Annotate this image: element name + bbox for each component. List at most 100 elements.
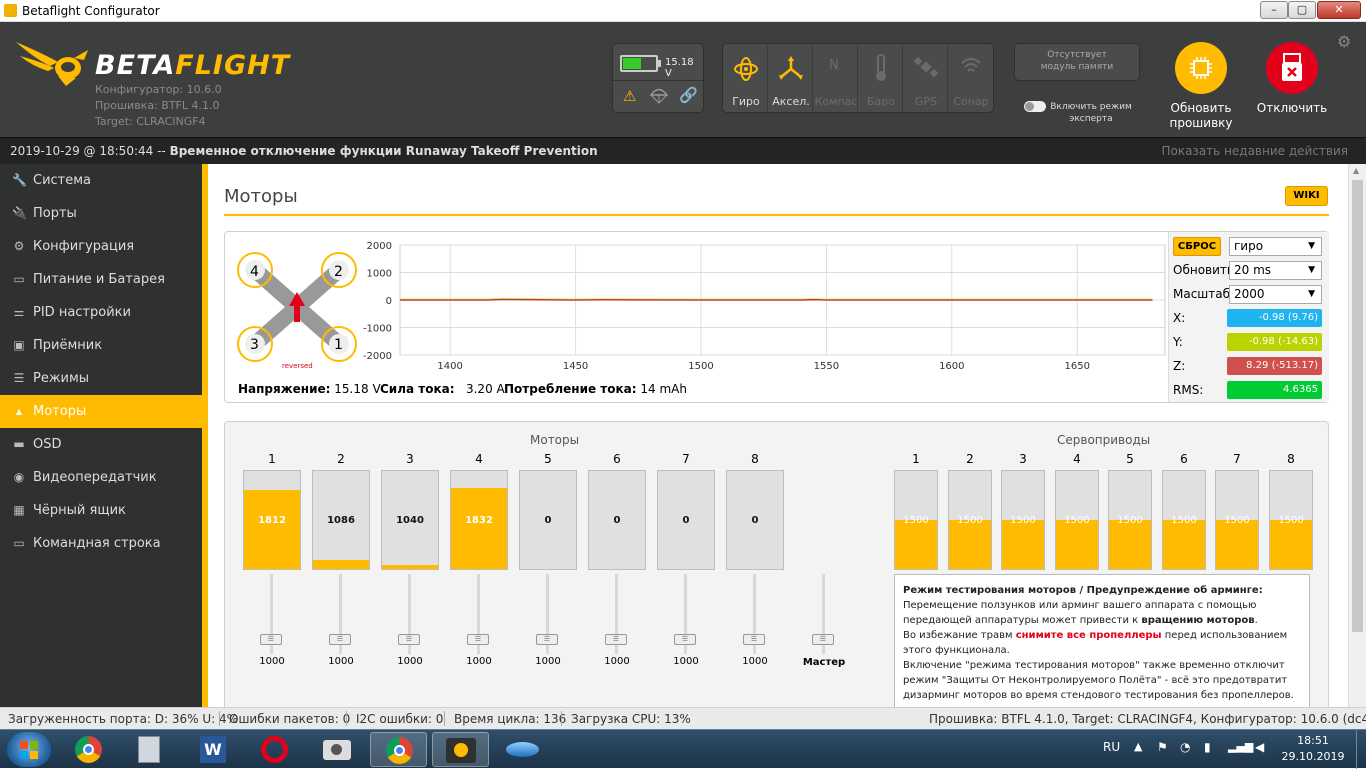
accel-icon bbox=[779, 56, 803, 80]
brand-beta: BETA bbox=[95, 50, 176, 81]
servo-number: 4 bbox=[1073, 452, 1081, 466]
sidebar-item-pid[interactable]: ⚌ PID настройки bbox=[0, 296, 202, 329]
sidebar-item-receiver[interactable]: ▣ Приёмник bbox=[0, 329, 202, 362]
taskbar-rc-app[interactable] bbox=[494, 732, 551, 767]
rc-app-icon bbox=[506, 742, 539, 757]
taskbar-calculator[interactable] bbox=[121, 732, 178, 767]
start-button[interactable] bbox=[7, 732, 51, 767]
update-firmware-button[interactable] bbox=[1175, 42, 1227, 94]
show-recent-actions-link[interactable]: Показать недавние действия bbox=[1161, 144, 1348, 158]
scale-value: 2000 bbox=[1234, 287, 1265, 301]
sidebar-item-cli[interactable]: ▭ Командная строка bbox=[0, 527, 202, 560]
motor-slider-handle[interactable]: ☰ bbox=[536, 634, 558, 645]
flag-icon[interactable]: ⚑ bbox=[1157, 740, 1168, 754]
taskbar-chrome[interactable] bbox=[60, 732, 117, 767]
taskbar-chrome-active[interactable] bbox=[370, 732, 427, 767]
show-desktop-button[interactable] bbox=[1356, 730, 1366, 769]
z-value: 8.29 (-513.17) bbox=[1227, 357, 1322, 375]
app-header: BETAFLIGHT Конфигуратор: 10.6.0 Прошивка… bbox=[0, 22, 1366, 137]
tray-chevron-icon[interactable]: ▲ bbox=[1134, 740, 1142, 753]
sidebar-item-vtx[interactable]: ◉ Видеопередатчик bbox=[0, 461, 202, 494]
volume-icon[interactable]: ◀ bbox=[1255, 740, 1264, 754]
sensor-baro: Баро bbox=[859, 45, 903, 113]
refresh-value: 20 ms bbox=[1234, 263, 1272, 277]
baro-icon bbox=[876, 54, 886, 81]
motor-slider-handle[interactable]: ☰ bbox=[398, 634, 420, 645]
motor-slider-value: 1000 bbox=[259, 656, 285, 667]
warning-title: Режим тестирования моторов / Предупрежде… bbox=[903, 583, 1301, 598]
motor-number: 4 bbox=[475, 452, 483, 466]
battery-tray-icon[interactable]: ▮ bbox=[1204, 740, 1211, 754]
expert-mode-line2: эксперта bbox=[1069, 114, 1113, 124]
link-icon: 🔗 bbox=[679, 86, 698, 104]
clock-time[interactable]: 18:51 bbox=[1283, 734, 1343, 747]
taskbar-opera[interactable] bbox=[246, 732, 303, 767]
expert-mode-line1: Включить режим bbox=[1050, 102, 1132, 112]
disconnect-label: Отключить bbox=[1256, 101, 1328, 115]
motor-slider-handle[interactable]: ☰ bbox=[743, 634, 765, 645]
sidebar-item-motors[interactable]: ▴ Моторы bbox=[0, 395, 202, 428]
minimize-button[interactable]: – bbox=[1260, 1, 1288, 19]
brand-flight: FLIGHT bbox=[175, 50, 291, 81]
reset-button[interactable]: СБРОС bbox=[1173, 237, 1221, 256]
chart-y-tick: 1000 bbox=[367, 269, 392, 280]
chart-y-tick: -1000 bbox=[363, 324, 392, 335]
window-title: Betaflight Configurator bbox=[22, 4, 160, 18]
scrollbar-thumb[interactable] bbox=[1352, 180, 1363, 632]
graph-mode-select[interactable]: гиро ▼ bbox=[1229, 237, 1322, 256]
sensor-sonar-label: Сонар bbox=[953, 95, 989, 108]
motor-slider-handle[interactable]: ☰ bbox=[329, 634, 351, 645]
warning-p1c: . bbox=[1254, 615, 1258, 626]
windows-taskbar: W RU ▲ ⚑ ◔ ▮ ▂▄▆ ◀ 18:51 29.10.2019 bbox=[0, 729, 1366, 769]
master-slider-handle[interactable]: ☰ bbox=[812, 634, 834, 645]
memory-status: Отсутствует модуль памяти bbox=[1014, 43, 1140, 81]
settings-gear-icon[interactable]: ⚙ bbox=[1337, 32, 1351, 51]
maximize-button[interactable]: ▢ bbox=[1288, 1, 1316, 19]
sidebar-item-osd[interactable]: ▬ OSD bbox=[0, 428, 202, 461]
sidebar-item-label: Система bbox=[33, 173, 92, 188]
sidebar-item-modes[interactable]: ☰ Режимы bbox=[0, 362, 202, 395]
taskbar-word[interactable]: W bbox=[185, 732, 242, 767]
servo-bar: 1500 bbox=[1162, 470, 1206, 570]
disconnect-button[interactable] bbox=[1266, 42, 1318, 94]
warning-paragraph-3: Включение "режима тестирования моторов" … bbox=[903, 660, 1294, 701]
motor-icon: ▴ bbox=[15, 404, 23, 418]
sidebar-item-configuration[interactable]: ⚙ Конфигурация bbox=[0, 230, 202, 263]
clock-date[interactable]: 29.10.2019 bbox=[1280, 750, 1346, 763]
servo-bar-fill bbox=[895, 520, 937, 569]
motor-bar-fill bbox=[382, 565, 438, 569]
motor-slider-handle[interactable]: ☰ bbox=[467, 634, 489, 645]
motor-slider-handle[interactable]: ☰ bbox=[674, 634, 696, 645]
sidebar-item-setup[interactable]: 🔧 Система bbox=[0, 164, 202, 197]
close-button[interactable]: ✕ bbox=[1317, 1, 1361, 19]
sidebar-item-power[interactable]: ▭ Питание и Батарея bbox=[0, 263, 202, 296]
scale-label: Масштаб: bbox=[1173, 287, 1235, 301]
content-scrollbar[interactable]: ▲ bbox=[1348, 164, 1366, 707]
motor-slider-handle[interactable]: ☰ bbox=[260, 634, 282, 645]
status-bar: Загруженность порта: D: 36% U: 4% Ошибки… bbox=[0, 707, 1366, 729]
network-icon[interactable]: ◔ bbox=[1180, 740, 1190, 754]
language-indicator[interactable]: RU bbox=[1103, 740, 1120, 754]
sensor-panel: Гиро Аксел. N Компас Баро GPS Сонар bbox=[722, 43, 994, 113]
graph-panel: 4 2 3 1 reversed 2000 1000 0 -1000 -2000 1400… bbox=[224, 231, 1329, 403]
taskbar-camera[interactable] bbox=[309, 732, 366, 767]
servo-bar: 1500 bbox=[1001, 470, 1045, 570]
word-icon: W bbox=[200, 736, 226, 763]
refresh-select[interactable]: 20 ms ▼ bbox=[1229, 261, 1322, 280]
sensor-compass-label: Компас bbox=[814, 95, 858, 108]
motor-bar: 1832 bbox=[450, 470, 508, 570]
sidebar-item-ports[interactable]: 🔌 Порты bbox=[0, 197, 202, 230]
servo-number: 2 bbox=[966, 452, 974, 466]
scale-select[interactable]: 2000 ▼ bbox=[1229, 285, 1322, 304]
wiki-button[interactable]: WIKI bbox=[1285, 186, 1328, 206]
sidebar-item-blackbox[interactable]: ▦ Чёрный ящик bbox=[0, 494, 202, 527]
signal-icon[interactable]: ▂▄▆ bbox=[1228, 740, 1253, 753]
motor-bar: 0 bbox=[519, 470, 577, 570]
expert-mode-toggle[interactable] bbox=[1024, 101, 1046, 112]
servo-value: 1500 bbox=[1224, 515, 1250, 526]
servo-bar: 1500 bbox=[894, 470, 938, 570]
servo-number: 3 bbox=[1019, 452, 1027, 466]
status-box: 15.18 V ⚠ 🔗 bbox=[612, 43, 704, 113]
taskbar-betaflight[interactable] bbox=[432, 732, 489, 767]
motor-slider-handle[interactable]: ☰ bbox=[605, 634, 627, 645]
